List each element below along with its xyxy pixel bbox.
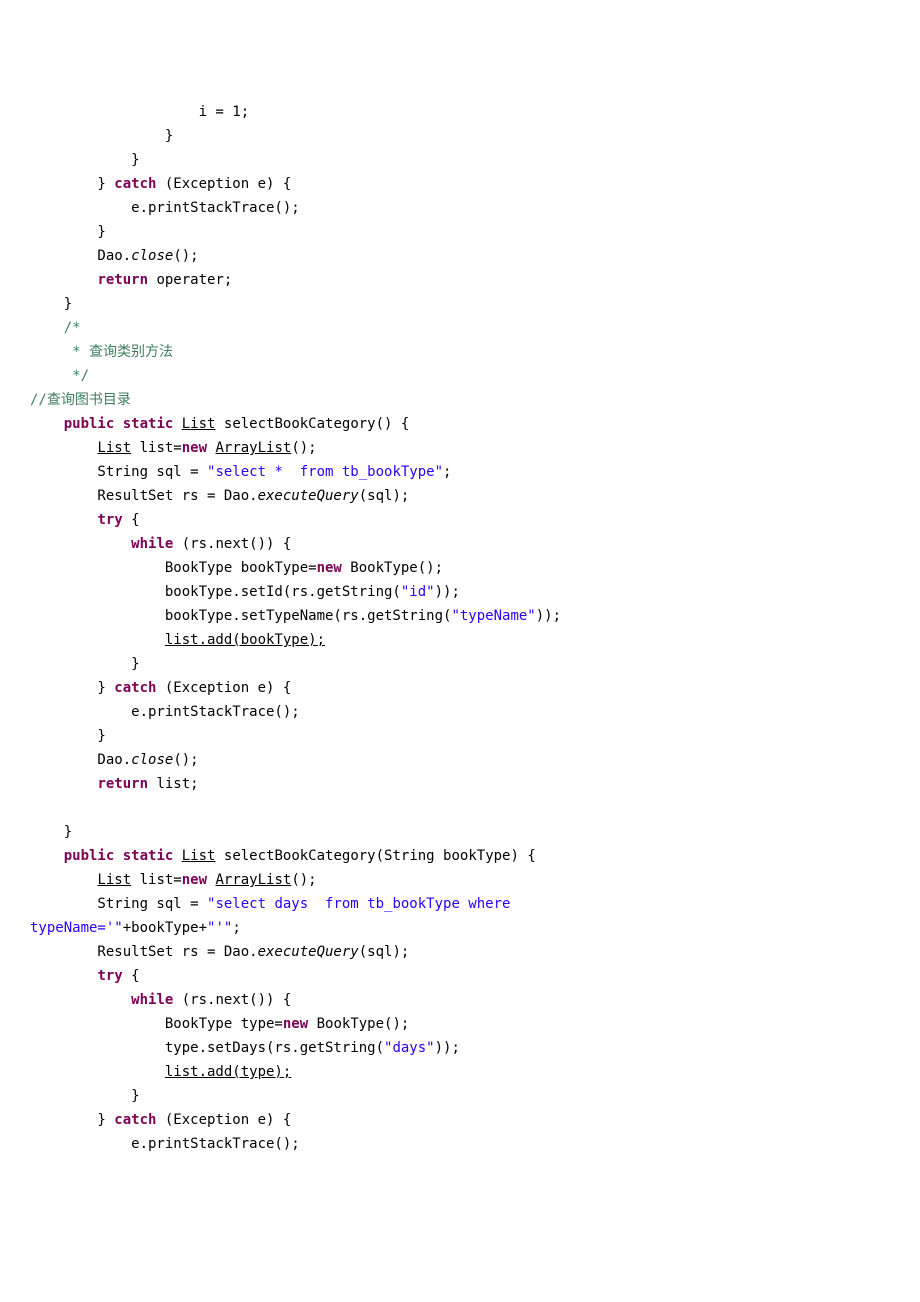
code-line: type.setDays(rs.getString("days"));: [30, 1040, 460, 1056]
code-line: Dao.close();: [30, 248, 199, 264]
code-line: /*: [30, 320, 81, 336]
code-line: ResultSet rs = Dao.executeQuery(sql);: [30, 944, 409, 960]
code-document: i = 1; } } } catch (Exception e) { e.pri…: [0, 0, 920, 1216]
code-line: }: [30, 1088, 140, 1104]
code-line: try {: [30, 512, 140, 528]
code-line: } catch (Exception e) {: [30, 176, 291, 192]
code-line: return operater;: [30, 272, 232, 288]
code-line: */: [30, 368, 89, 384]
code-line: } catch (Exception e) {: [30, 1112, 291, 1128]
code-line: bookType.setId(rs.getString("id"));: [30, 584, 460, 600]
code-line: list.add(type);: [30, 1064, 291, 1080]
code-line: public static List selectBookCategory(St…: [30, 848, 536, 864]
code-line: BookType bookType=new BookType();: [30, 560, 443, 576]
code-line: e.printStackTrace();: [30, 1136, 300, 1152]
code-line: } catch (Exception e) {: [30, 680, 291, 696]
code-line: Dao.close();: [30, 752, 199, 768]
code-line: e.printStackTrace();: [30, 704, 300, 720]
code-line: }: [30, 728, 106, 744]
code-line: return list;: [30, 776, 199, 792]
code-line: List list=new ArrayList();: [30, 872, 317, 888]
code-line: e.printStackTrace();: [30, 200, 300, 216]
code-line: list.add(bookType);: [30, 632, 325, 648]
code-line: BookType type=new BookType();: [30, 1016, 409, 1032]
code-line: String sql = "select * from tb_bookType"…: [30, 464, 451, 480]
code-line: while (rs.next()) {: [30, 992, 291, 1008]
code-line: }: [30, 128, 173, 144]
code-line: }: [30, 824, 72, 840]
code-line: }: [30, 224, 106, 240]
code-line: i = 1;: [30, 104, 249, 120]
code-line: }: [30, 152, 140, 168]
code-line: ResultSet rs = Dao.executeQuery(sql);: [30, 488, 409, 504]
code-line: }: [30, 296, 72, 312]
code-line: try {: [30, 968, 140, 984]
code-line: }: [30, 656, 140, 672]
code-line: bookType.setTypeName(rs.getString("typeN…: [30, 608, 561, 624]
code-line: //查询图书目录: [30, 392, 131, 408]
code-line: typeName='"+bookType+"'";: [30, 920, 241, 936]
code-line: while (rs.next()) {: [30, 536, 291, 552]
code-line: String sql = "select days from tb_bookTy…: [30, 896, 519, 912]
code-block: i = 1; } } } catch (Exception e) { e.pri…: [30, 100, 890, 1156]
code-line: List list=new ArrayList();: [30, 440, 317, 456]
code-line: * 查询类别方法: [30, 344, 173, 360]
code-line: public static List selectBookCategory() …: [30, 416, 409, 432]
